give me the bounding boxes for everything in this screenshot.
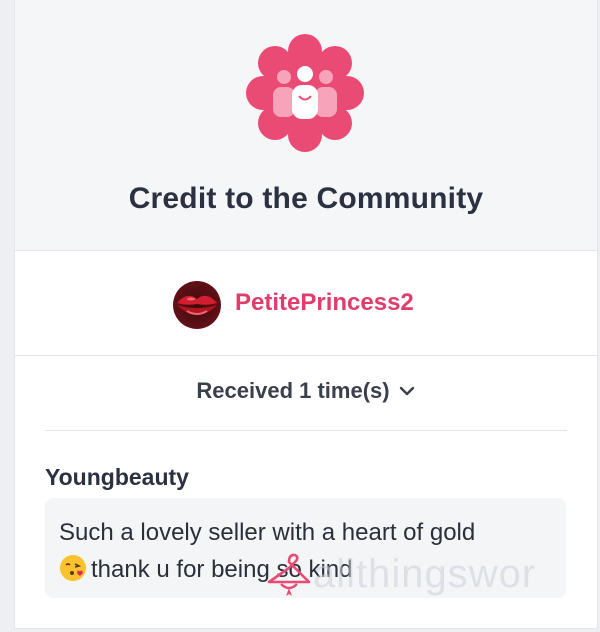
- recipient-username[interactable]: PetitePrincess2: [235, 289, 414, 317]
- review-comment: Such a lovely seller with a heart of gol…: [45, 498, 566, 598]
- received-label: Received 1 time(s): [196, 378, 390, 403]
- award-card: Credit to the Community PetitePrincess2: [14, 0, 598, 629]
- award-header: Credit to the Community: [15, 0, 597, 251]
- received-count-section: Received 1 time(s): [15, 356, 597, 430]
- avatar[interactable]: [173, 281, 221, 329]
- lips-avatar-icon: [173, 281, 221, 329]
- review-line-2: thank u for being so kind: [91, 556, 353, 583]
- community-badge-icon: [246, 34, 364, 152]
- divider: [45, 430, 567, 431]
- award-title: Credit to the Community: [128, 182, 484, 215]
- received-toggle[interactable]: Received 1 time(s): [196, 378, 415, 404]
- kissing-face-emoji-icon: [60, 555, 86, 581]
- review-line-1: Such a lovely seller with a heart of gol…: [59, 519, 476, 546]
- recipient-row: PetitePrincess2: [15, 251, 597, 356]
- review-author[interactable]: Youngbeauty: [45, 464, 189, 491]
- chevron-down-icon: [399, 386, 414, 396]
